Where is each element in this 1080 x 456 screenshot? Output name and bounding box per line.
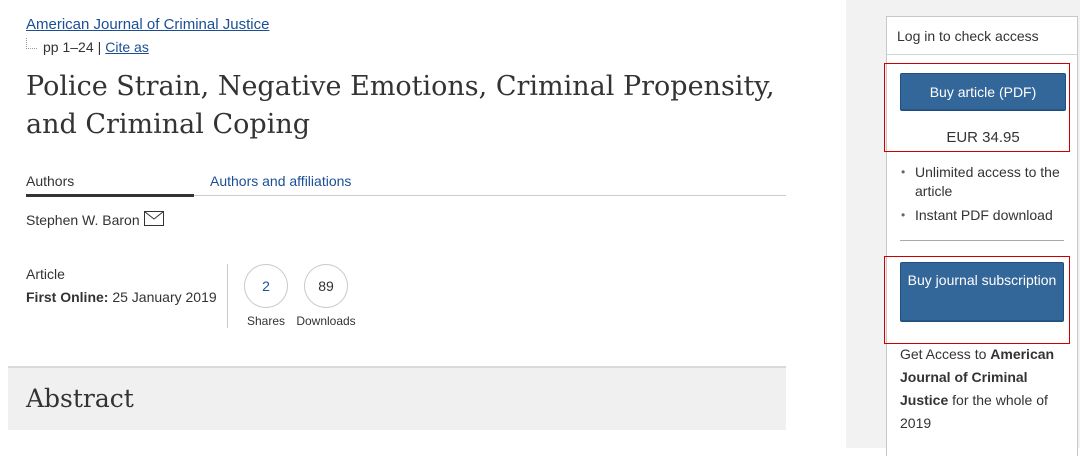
divider	[900, 240, 1064, 241]
separator: |	[97, 39, 102, 55]
login-check-access[interactable]: Log in to check access	[887, 17, 1077, 55]
shares-count: 2	[244, 264, 288, 308]
cite-as-link[interactable]: Cite as	[105, 39, 149, 55]
tab-authors[interactable]: Authors	[26, 173, 74, 189]
first-online-label: First Online:	[26, 289, 109, 305]
tree-branch-icon	[26, 37, 37, 49]
first-online: First Online: 25 January 2019	[26, 289, 217, 305]
page-range-line: pp 1–24 | Cite as	[26, 37, 149, 55]
highlight-box-subscription	[884, 256, 1070, 344]
author-tabs: Authors Authors and affiliations	[26, 170, 786, 197]
subscription-description: Get Access to American Journal of Crimin…	[900, 343, 1064, 435]
page-range: pp 1–24	[43, 39, 94, 55]
downloads-metric: 89 Downloads	[295, 264, 357, 328]
author-name[interactable]: Stephen W. Baron	[26, 212, 140, 228]
journal-link[interactable]: American Journal of Criminal Justice	[26, 16, 269, 33]
article-type: Article	[26, 266, 65, 282]
abstract-section: Abstract	[8, 366, 786, 430]
shares-label: Shares	[246, 314, 286, 328]
article-title: Police Strain, Negative Emotions, Crimin…	[26, 71, 775, 140]
shares-metric[interactable]: 2 Shares	[244, 264, 288, 328]
feature-item: Instant PDF download	[901, 206, 1071, 225]
access-prefix: Get Access to	[900, 346, 987, 362]
downloads-count: 89	[304, 264, 348, 308]
author-entry: Stephen W. Baron	[26, 211, 164, 229]
metrics-divider	[227, 264, 228, 328]
feature-list: Unlimited access to the article Instant …	[901, 163, 1071, 230]
envelope-icon[interactable]	[143, 211, 164, 229]
downloads-label: Downloads	[296, 314, 356, 328]
main-content: American Journal of Criminal Justice pp …	[0, 0, 846, 448]
feature-item: Unlimited access to the article	[901, 163, 1071, 201]
first-online-date: 25 January 2019	[112, 289, 217, 305]
highlight-box-article	[884, 63, 1070, 152]
active-tab-indicator	[26, 194, 194, 197]
tab-authors-and-affiliations[interactable]: Authors and affiliations	[210, 173, 351, 189]
abstract-heading: Abstract	[26, 384, 134, 413]
